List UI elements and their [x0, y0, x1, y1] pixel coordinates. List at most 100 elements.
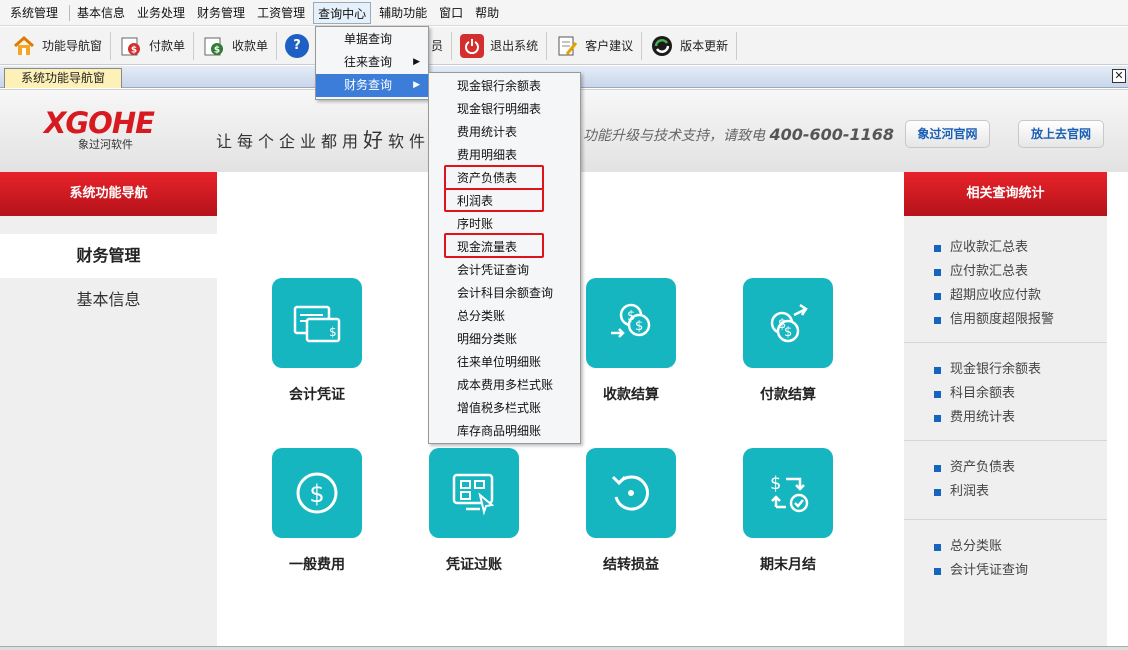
menu-item-transaction-query[interactable]: 往来查询 ▶ — [316, 51, 428, 74]
exit-button[interactable]: 退出系统 — [454, 30, 544, 62]
bullet-icon — [934, 543, 941, 551]
submenu-account-balance-query[interactable]: 会计科目余额查询 — [429, 282, 580, 305]
link-cash-bank-balance[interactable]: 现金银行余额表 — [934, 358, 1107, 382]
tab-nav-window[interactable]: 系统功能导航窗 — [4, 68, 122, 88]
link-label: 应收款汇总表 — [950, 240, 1029, 255]
link-overdue[interactable]: 超期应收应付款 — [934, 284, 1107, 308]
svg-text:$: $ — [309, 480, 324, 508]
menu-basic-info[interactable]: 基本信息 — [73, 2, 129, 24]
link-account-balance[interactable]: 科目余额表 — [934, 382, 1107, 406]
nav-window-label: 功能导航窗 — [42, 39, 103, 53]
submenu-voucher-query[interactable]: 会计凭证查询 — [429, 259, 580, 282]
menu-query-center[interactable]: 查询中心 — [313, 1, 372, 24]
submenu-general-ledger[interactable]: 总分类账 — [429, 305, 580, 328]
menu-tools[interactable]: 辅助功能 — [375, 2, 431, 24]
related-query-title: 相关查询统计 — [904, 172, 1107, 216]
link-general-ledger[interactable]: 总分类账 — [934, 535, 1107, 559]
left-nav-item-finance[interactable]: 财务管理 — [0, 234, 217, 278]
submenu-vat-multicolumn[interactable]: 增值税多栏式账 — [429, 397, 580, 420]
dollar-icon: $ — [296, 472, 338, 514]
rotate-icon — [611, 475, 649, 511]
link-label: 信用额度超限报警 — [950, 312, 1055, 327]
link-label: 超期应收应付款 — [950, 288, 1042, 303]
web-site-button[interactable]: 放上去官网 — [1018, 120, 1104, 148]
tile-label-general-expense: 一般费用 — [289, 557, 345, 573]
support-phone: 400-600-1168 — [769, 125, 895, 144]
feedback-button[interactable]: 客户建议 — [549, 30, 639, 62]
toolbar-separator — [451, 31, 453, 60]
receipt-label: 收款单 — [232, 39, 269, 53]
tile-label-profit-loss-transfer: 结转损益 — [603, 557, 659, 573]
submenu-subsidiary-ledger[interactable]: 明细分类账 — [429, 328, 580, 351]
link-credit-alert[interactable]: 信用额度超限报警 — [934, 308, 1107, 332]
update-icon — [650, 34, 674, 58]
link-expense-stats[interactable]: 费用统计表 — [934, 406, 1107, 430]
tile-profit-loss-transfer[interactable] — [586, 448, 676, 538]
submenu-partner-ledger[interactable]: 往来单位明细账 — [429, 351, 580, 374]
menu-window[interactable]: 窗口 — [435, 2, 467, 24]
related-query-panel: 相关查询统计 应收款汇总表 应付款汇总表 超期应收应付款 信用额度超限报警 现金… — [904, 172, 1107, 646]
logo-subtitle: 象过河软件 — [78, 138, 133, 151]
submenu-inventory-ledger[interactable]: 库存商品明细账 — [429, 420, 580, 443]
link-receivable-summary[interactable]: 应收款汇总表 — [934, 236, 1107, 260]
note-icon — [555, 34, 579, 58]
menu-system[interactable]: 系统管理 — [6, 2, 62, 24]
tile-accounting-voucher[interactable]: $ — [272, 278, 362, 368]
tile-voucher-posting[interactable] — [429, 448, 519, 538]
slogan-part-a: 让每个企业都用 — [216, 132, 364, 151]
bullet-icon — [934, 316, 941, 324]
menu-help[interactable]: 帮助 — [471, 2, 503, 24]
bullet-icon — [934, 244, 941, 252]
menu-separator — [69, 4, 71, 21]
menu-business[interactable]: 业务处理 — [133, 2, 189, 24]
link-balance-sheet[interactable]: 资产负债表 — [934, 456, 1107, 480]
left-nav-title: 系统功能导航 — [0, 172, 217, 216]
home-icon — [12, 34, 36, 58]
menu-item-finance-query[interactable]: 财务查询 ▶ — [316, 74, 428, 97]
bullet-icon — [934, 488, 941, 496]
exit-label: 退出系统 — [490, 39, 539, 53]
svg-text:$: $ — [131, 45, 137, 55]
tile-period-end-close[interactable]: $ — [743, 448, 833, 538]
bullet-icon — [934, 414, 941, 422]
link-payable-summary[interactable]: 应付款汇总表 — [934, 260, 1107, 284]
support-text: 功能升级与技术支持，请致电 400-600-1168 — [583, 125, 894, 145]
menu-item-label: 财务查询 — [344, 78, 393, 92]
left-nav-item-basic-info[interactable]: 基本信息 — [0, 278, 217, 322]
svg-text:$: $ — [214, 45, 220, 55]
toolbar-separator — [736, 31, 738, 60]
tile-general-expense[interactable]: $ — [272, 448, 362, 538]
highlight-income-statement — [444, 188, 544, 212]
link-income-statement[interactable]: 利润表 — [934, 480, 1107, 504]
close-icon[interactable]: ✕ — [1112, 69, 1126, 83]
menu-payroll[interactable]: 工资管理 — [253, 2, 309, 24]
official-site-button[interactable]: 象过河官网 — [905, 120, 990, 148]
slogan: 让每个企业都用好软件 — [216, 124, 430, 153]
toolbar-separator — [276, 31, 278, 60]
receipt-button[interactable]: $ 收款单 — [196, 30, 274, 62]
update-button[interactable]: 版本更新 — [644, 30, 734, 62]
payment-button[interactable]: $ 付款单 — [113, 30, 191, 62]
submenu-expense-detail[interactable]: 费用明细表 — [429, 144, 580, 167]
menu-finance[interactable]: 财务管理 — [193, 2, 249, 24]
toolbar: 功能导航窗 $ 付款单 $ 收款单 ? 员 退出系统 客户建议 版本更新 — [0, 27, 1128, 65]
nav-window-button[interactable]: 功能导航窗 — [6, 30, 108, 62]
submenu-arrow-icon: ▶ — [413, 80, 420, 90]
query-group-balances: 现金银行余额表 科目余额表 费用统计表 — [904, 343, 1107, 441]
tile-payment-settlement[interactable]: $ $ — [743, 278, 833, 368]
status-bar — [0, 646, 1128, 650]
logo-text: XGOHE — [44, 106, 155, 140]
tile-receipt-settlement[interactable]: $ $ — [586, 278, 676, 368]
submenu-expense-stats[interactable]: 费用统计表 — [429, 121, 580, 144]
voucher-icon: $ — [293, 305, 341, 343]
link-voucher-query[interactable]: 会计凭证查询 — [934, 559, 1107, 583]
finance-query-submenu: 现金银行余额表 现金银行明细表 费用统计表 费用明细表 资产负债表 利润表 序时… — [428, 72, 581, 444]
submenu-cash-bank-balance[interactable]: 现金银行余额表 — [429, 75, 580, 98]
tile-label-period-end-close: 期末月结 — [760, 557, 816, 573]
coins-out-icon: $$ — [770, 303, 808, 343]
submenu-arrow-icon: ▶ — [413, 57, 420, 67]
link-label: 资产负债表 — [950, 460, 1016, 475]
menu-item-document-query[interactable]: 单据查询 — [316, 28, 428, 51]
submenu-cash-bank-detail[interactable]: 现金银行明细表 — [429, 98, 580, 121]
submenu-cost-multicolumn[interactable]: 成本费用多栏式账 — [429, 374, 580, 397]
